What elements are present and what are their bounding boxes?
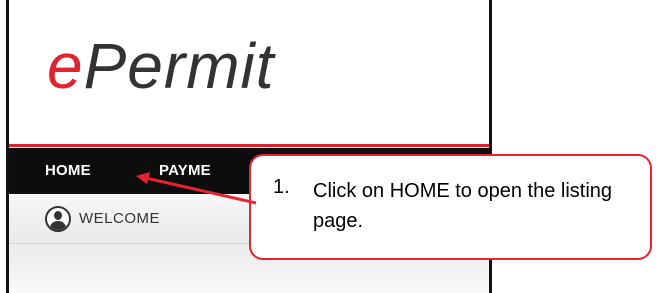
instruction-callout: 1. Click on HOME to open the listing pag… — [249, 154, 652, 260]
nav-item-payments[interactable]: PAYME — [159, 162, 211, 179]
nav-item-home[interactable]: HOME — [45, 162, 91, 179]
avatar-head — [54, 211, 62, 220]
logo-prefix: e — [47, 30, 84, 102]
user-avatar-icon — [45, 206, 71, 232]
welcome-text: WELCOME — [79, 210, 161, 227]
epermit-logo[interactable]: ePermit — [47, 34, 275, 98]
avatar-body — [50, 221, 66, 230]
logo-text: Permit — [83, 30, 275, 102]
callout-step-number: 1. — [273, 176, 290, 198]
callout-text: Click on HOME to open the listing page. — [313, 180, 613, 232]
header-divider — [9, 144, 489, 147]
header: ePermit — [9, 0, 489, 148]
